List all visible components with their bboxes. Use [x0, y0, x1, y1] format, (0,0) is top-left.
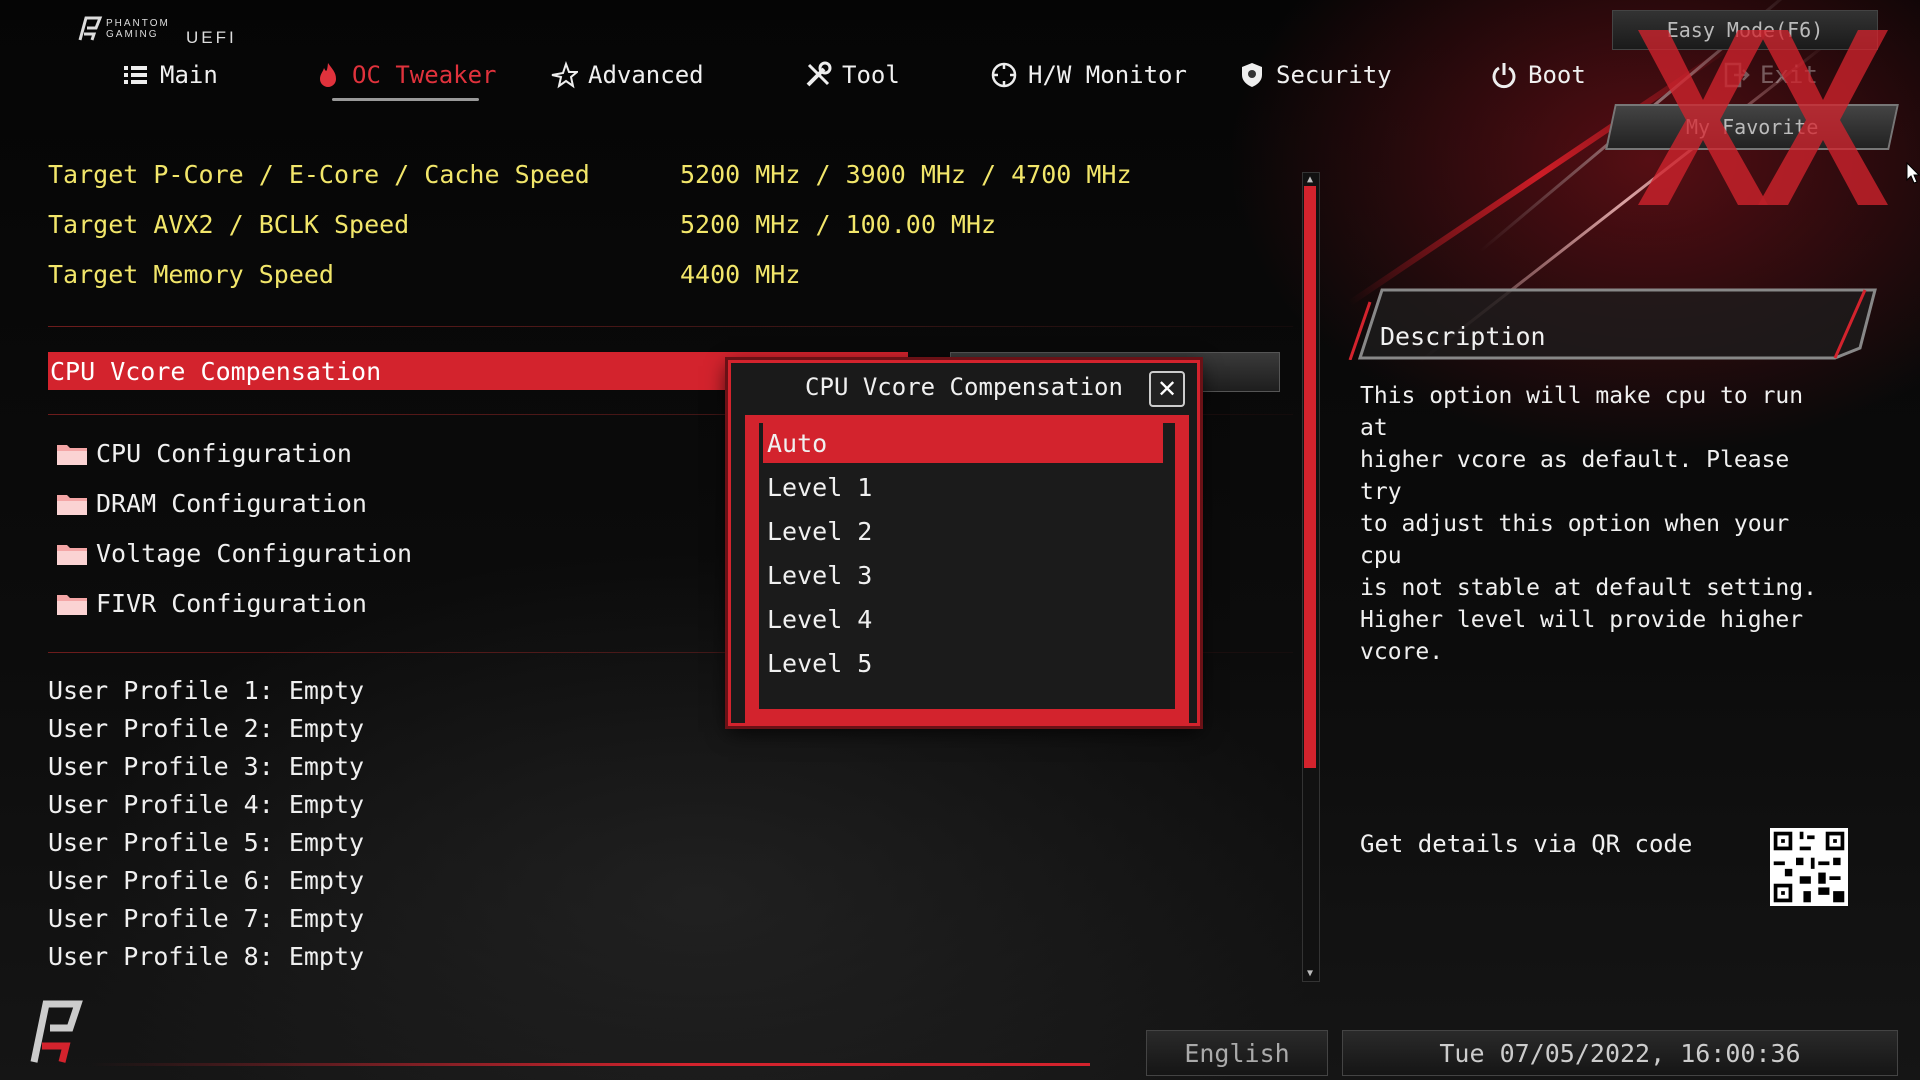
info-label: Target AVX2 / BCLK Speed	[48, 210, 410, 239]
option-item[interactable]: Auto	[763, 423, 1163, 463]
option-item[interactable]: Level 4	[763, 599, 1163, 639]
description-title: Description	[1380, 322, 1546, 351]
tools-icon	[806, 61, 832, 87]
section-divider	[48, 326, 1293, 327]
tab-tool[interactable]: Tool	[804, 55, 900, 95]
option-item[interactable]: Level 3	[763, 555, 1163, 595]
user-profile-item[interactable]: User Profile 2: Empty	[48, 714, 364, 743]
user-profile-item[interactable]: User Profile 7: Empty	[48, 904, 364, 933]
tab-advanced[interactable]: Advanced	[550, 55, 704, 95]
submenu-label: DRAM Configuration	[96, 488, 367, 518]
user-profile-item[interactable]: User Profile 4: Empty	[48, 790, 364, 819]
info-value: 5200 MHz / 3900 MHz / 4700 MHz	[680, 160, 1132, 189]
submenu-label: CPU Configuration	[96, 438, 352, 468]
scrollbar-thumb[interactable]	[1304, 186, 1316, 768]
setting-label: CPU Vcore Compensation	[50, 356, 382, 386]
user-profile-item[interactable]: User Profile 6: Empty	[48, 866, 364, 895]
info-label: Target Memory Speed	[48, 260, 334, 289]
option-item[interactable]: Level 2	[763, 511, 1163, 551]
qr-label: Get details via QR code	[1360, 830, 1693, 858]
uefi-text: UEFI	[186, 28, 237, 47]
info-value: 5200 MHz / 100.00 MHz	[680, 210, 997, 239]
footer-accent-line	[90, 1063, 1090, 1066]
option-item[interactable]: Level 5	[763, 643, 1163, 683]
user-profile-item[interactable]: User Profile 1: Empty	[48, 676, 364, 705]
submenu-fivr-configuration[interactable]: FIVR Configuration	[56, 584, 367, 622]
mouse-cursor-icon	[1906, 162, 1920, 184]
pg-logo-icon	[78, 16, 103, 41]
shield-icon	[1242, 63, 1262, 87]
tab-boot[interactable]: Boot	[1490, 55, 1586, 95]
tab-hw-monitor[interactable]: H/W Monitor	[990, 55, 1187, 95]
tab-security[interactable]: Security	[1238, 55, 1392, 95]
tab-label: H/W Monitor	[1028, 61, 1187, 89]
tab-label: Tool	[842, 61, 900, 89]
datetime-display: Tue 07/05/2022, 16:00:36	[1342, 1030, 1898, 1076]
gauge-icon	[991, 62, 1017, 88]
flame-icon	[320, 63, 336, 87]
submenu-voltage-configuration[interactable]: Voltage Configuration	[56, 534, 412, 572]
submenu-dram-configuration[interactable]: DRAM Configuration	[56, 484, 367, 522]
tab-label: OC Tweaker	[352, 61, 497, 89]
tab-label: Advanced	[588, 61, 704, 89]
info-value: 4400 MHz	[680, 260, 801, 289]
scroll-up-icon[interactable]: ▲	[1302, 172, 1318, 186]
hardwareluxx-watermark-icon	[1638, 30, 1888, 205]
submenu-cpu-configuration[interactable]: CPU Configuration	[56, 434, 352, 472]
info-label: Target P-Core / E-Core / Cache Speed	[48, 160, 590, 189]
folder-icon	[57, 445, 87, 465]
star-icon	[551, 61, 578, 89]
folder-icon	[57, 595, 87, 615]
submenu-label: FIVR Configuration	[96, 588, 367, 618]
folder-icon	[57, 495, 87, 515]
language-button[interactable]: English	[1146, 1030, 1328, 1076]
qr-code-icon	[1770, 828, 1848, 906]
option-item[interactable]: Level 1	[763, 467, 1163, 507]
tab-label: Main	[160, 61, 218, 89]
folder-icon	[57, 545, 87, 565]
cpu-vcore-compensation-dialog: CPU Vcore Compensation ✕ Auto Level 1 Le…	[728, 360, 1200, 726]
description-text: This option will make cpu to run at high…	[1360, 383, 1817, 665]
dialog-option-list: Auto Level 1 Level 2 Level 3 Level 4 Lev…	[745, 415, 1189, 723]
dialog-title: CPU Vcore Compensation	[805, 373, 1123, 401]
user-profile-item[interactable]: User Profile 5: Empty	[48, 828, 364, 857]
bios-screen: PHANTOM GAMING UEFI Main OC Tweaker Adva…	[0, 0, 1920, 1080]
pg-footer-logo-icon	[30, 1000, 83, 1063]
close-icon[interactable]: ✕	[1149, 371, 1185, 407]
scroll-down-icon[interactable]: ▼	[1302, 966, 1318, 980]
user-profile-item[interactable]: User Profile 3: Empty	[48, 752, 364, 781]
list-icon	[124, 66, 147, 84]
user-profile-item[interactable]: User Profile 8: Empty	[48, 942, 364, 971]
submenu-label: Voltage Configuration	[96, 538, 413, 568]
brand-text: PHANTOM GAMING	[106, 18, 170, 40]
power-icon	[1492, 63, 1516, 89]
tab-main[interactable]: Main	[122, 55, 218, 95]
tab-label: Boot	[1528, 61, 1586, 89]
phantom-gaming-logo: PHANTOM GAMING UEFI	[74, 14, 254, 48]
tab-oc-tweaker[interactable]: OC Tweaker	[314, 55, 497, 101]
tab-label: Security	[1276, 61, 1392, 89]
